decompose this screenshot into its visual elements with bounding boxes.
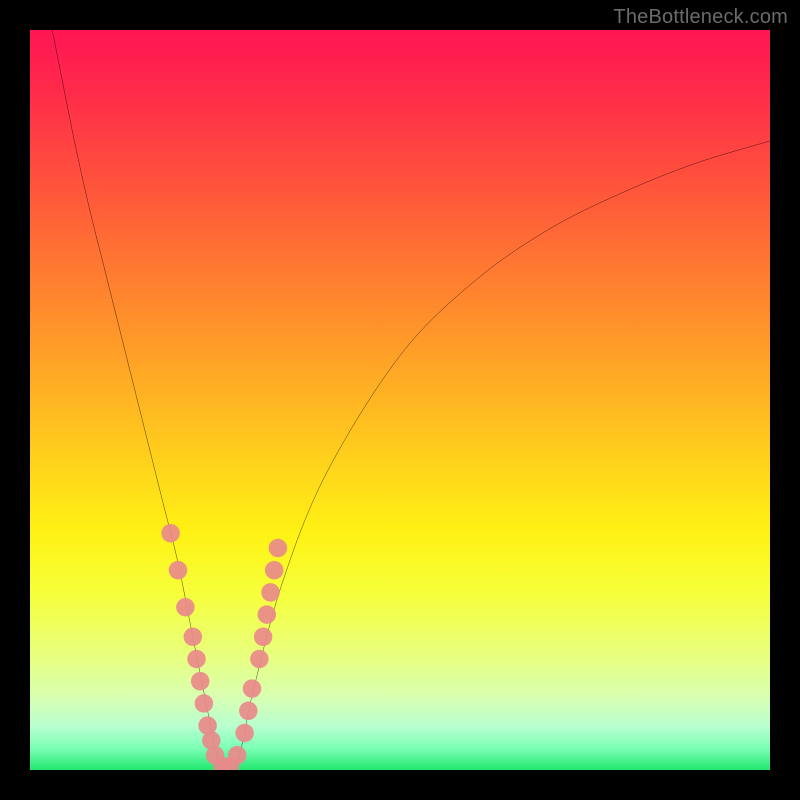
highlighted-point: [191, 672, 210, 691]
highlighted-points-group: [161, 524, 287, 770]
bottleneck-curve: [52, 30, 770, 770]
highlighted-point: [169, 561, 188, 580]
highlighted-point: [195, 694, 214, 713]
highlighted-point: [184, 628, 203, 647]
highlighted-point: [187, 650, 206, 669]
highlighted-point: [228, 746, 247, 765]
highlighted-point: [235, 724, 254, 743]
highlighted-point: [269, 539, 288, 558]
highlighted-point: [258, 605, 277, 624]
highlighted-point: [250, 650, 269, 669]
highlighted-point: [176, 598, 195, 617]
highlighted-point: [239, 702, 257, 721]
highlighted-point: [265, 561, 284, 580]
watermark-text: TheBottleneck.com: [613, 6, 788, 29]
plot-area: [30, 30, 770, 770]
highlighted-point: [261, 583, 280, 602]
chart-svg: [30, 30, 770, 770]
highlighted-point: [254, 628, 273, 647]
highlighted-point: [243, 679, 262, 698]
highlighted-point: [161, 524, 180, 543]
